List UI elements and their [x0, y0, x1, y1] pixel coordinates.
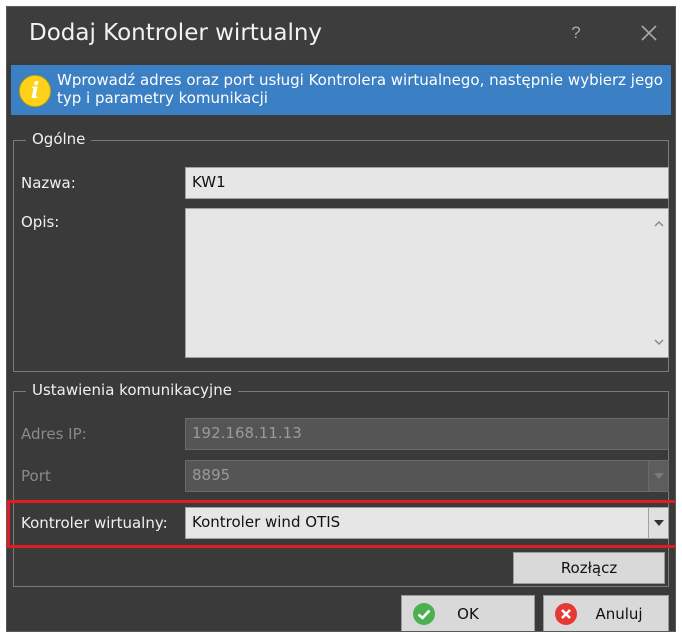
general-group-title: Ogólne: [26, 130, 92, 148]
virtual-controller-label: Kontroler wirtualny:: [21, 514, 168, 532]
scroll-up-icon[interactable]: [652, 217, 666, 231]
port-dropdown-button[interactable]: [648, 461, 668, 491]
port-value: 8895: [192, 466, 231, 484]
ok-label: OK: [457, 605, 479, 623]
ip-address-input[interactable]: 192.168.11.13: [185, 418, 669, 450]
help-button[interactable]: ?: [565, 21, 587, 45]
scroll-down-icon[interactable]: [652, 335, 666, 349]
cancel-label: Anuluj: [595, 605, 643, 623]
info-banner: i Wprowadź adres oraz port usługi Kontro…: [11, 65, 671, 115]
check-icon: [412, 602, 436, 626]
cancel-icon: [554, 602, 578, 626]
description-scrollbar[interactable]: [650, 209, 668, 357]
info-icon: i: [19, 75, 51, 107]
name-label: Nazwa:: [21, 174, 76, 192]
virtual-controller-value: Kontroler wind OTIS: [192, 513, 341, 531]
cancel-button[interactable]: Anuluj: [543, 595, 669, 631]
close-icon[interactable]: [635, 19, 663, 47]
window-title: Dodaj Kontroler wirtualny: [29, 20, 323, 46]
title-bar: Dodaj Kontroler wirtualny ?: [7, 7, 675, 61]
communication-group-title: Ustawienia komunikacyjne: [26, 381, 238, 399]
chevron-down-icon: [654, 520, 664, 526]
description-label: Opis:: [21, 213, 60, 231]
port-label: Port: [21, 467, 51, 485]
virtual-controller-dropdown-button[interactable]: [648, 508, 668, 538]
description-textarea[interactable]: [185, 208, 669, 358]
ip-address-label: Adres IP:: [21, 425, 87, 443]
info-text: Wprowadź adres oraz port usługi Kontrole…: [57, 71, 663, 107]
virtual-controller-select[interactable]: Kontroler wind OTIS: [185, 507, 669, 539]
disconnect-button[interactable]: Rozłącz: [513, 552, 665, 584]
chevron-down-icon: [654, 473, 664, 479]
ok-button[interactable]: OK: [401, 595, 535, 631]
name-input[interactable]: KW1: [185, 167, 669, 199]
add-virtual-controller-dialog: Dodaj Kontroler wirtualny ? i Wprowadź a…: [6, 6, 676, 632]
port-select[interactable]: 8895: [185, 460, 669, 492]
